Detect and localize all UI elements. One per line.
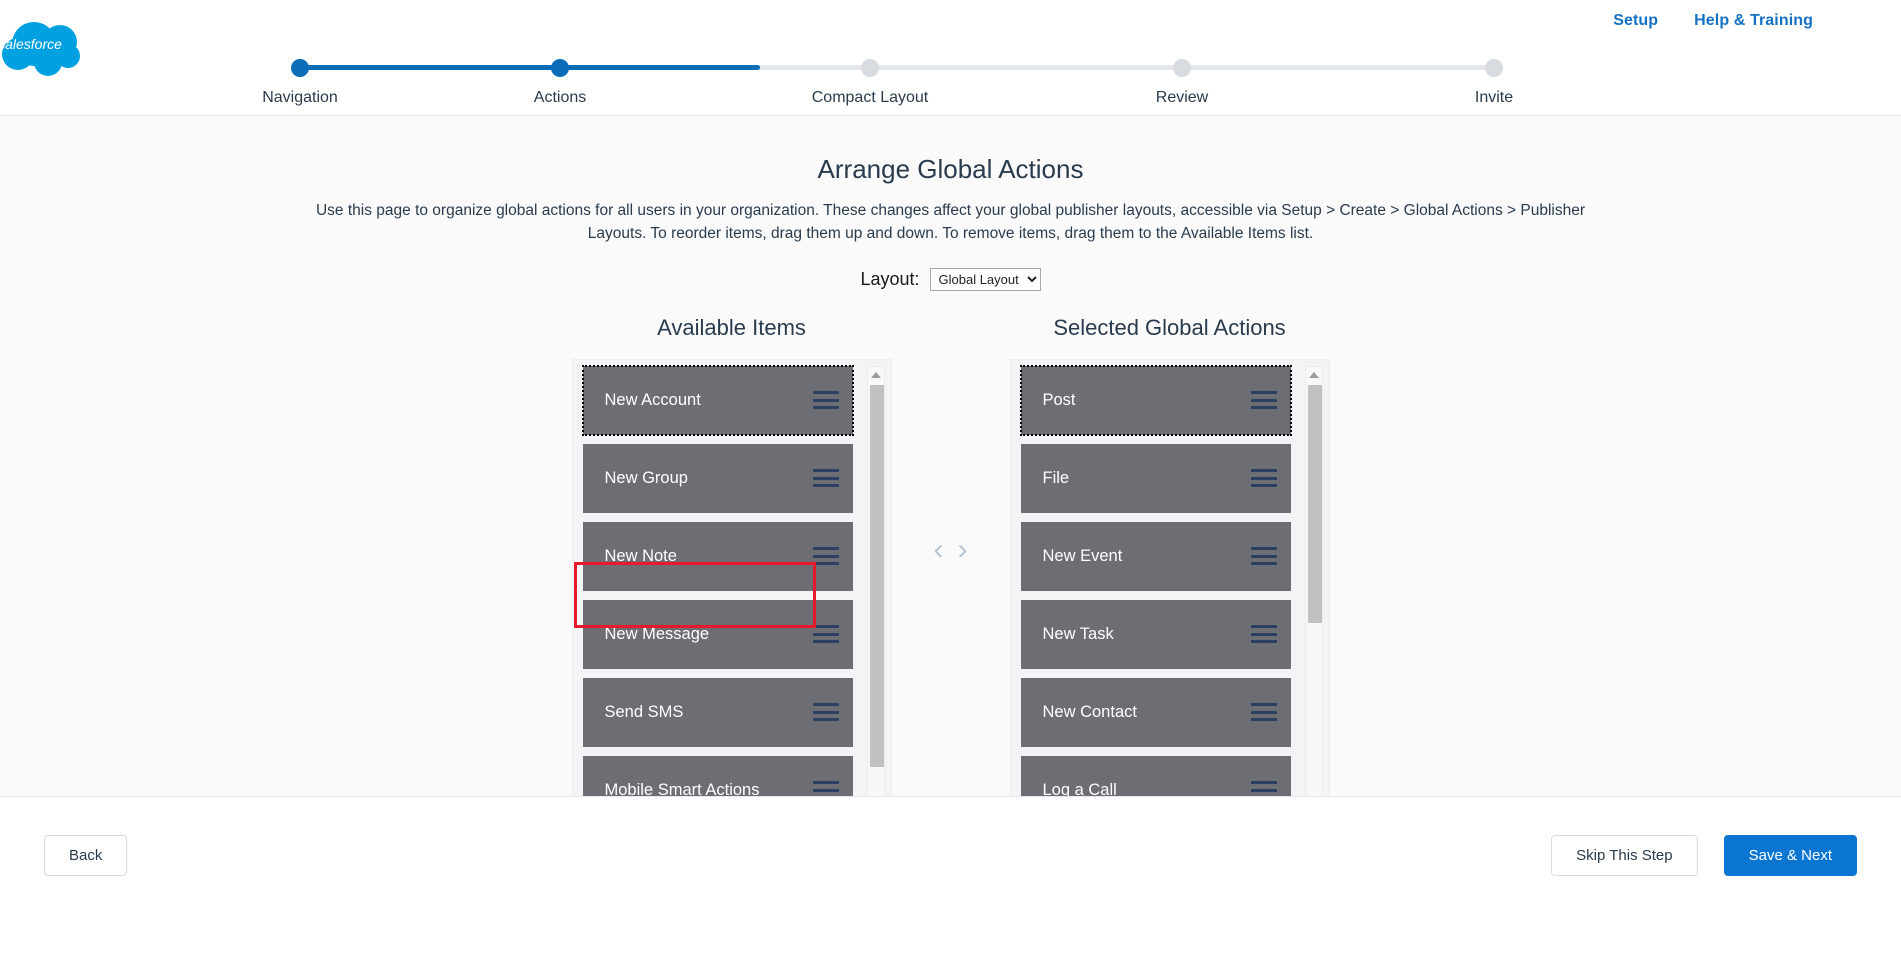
drag-handle-icon[interactable]: [812, 703, 839, 721]
list-item[interactable]: Post: [1019, 364, 1292, 436]
progress-stepper: Navigation Actions Compact Layout Review…: [248, 55, 1558, 115]
move-left-button[interactable]: ‹: [934, 534, 944, 565]
selected-actions-scrollbar[interactable]: [1304, 365, 1323, 817]
drag-handle-icon[interactable]: [812, 469, 839, 487]
list-item-label: New Group: [604, 468, 688, 487]
drag-handle-icon[interactable]: [812, 625, 839, 643]
step-actions[interactable]: Actions: [495, 55, 625, 107]
list-item-label: New Task: [1042, 624, 1114, 643]
drag-handle-icon[interactable]: [1250, 625, 1277, 643]
list-item[interactable]: New Message: [582, 599, 853, 669]
selected-actions-title: Selected Global Actions: [1053, 314, 1286, 340]
page-title: Arrange Global Actions: [817, 154, 1084, 184]
step-invite-dot[interactable]: [1485, 59, 1503, 77]
step-navigation-label: Navigation: [262, 89, 338, 106]
available-items-scrollbar[interactable]: [866, 365, 885, 817]
drag-handle-icon[interactable]: [1250, 469, 1277, 487]
transfer-arrows: ‹ ›: [892, 315, 1010, 785]
list-item-label: File: [1042, 468, 1070, 487]
list-item[interactable]: New Contact: [1020, 677, 1291, 747]
footer-right-buttons: Skip This Step Save & Next: [1551, 835, 1857, 876]
dual-list-container: Available Items New Account New Group Ne…: [0, 315, 1901, 824]
help-and-training-link[interactable]: Help & Training: [1694, 12, 1813, 30]
list-item-label: New Account: [604, 390, 701, 409]
save-and-next-button[interactable]: Save & Next: [1723, 835, 1857, 876]
list-item[interactable]: New Task: [1020, 599, 1291, 669]
step-navigation[interactable]: Navigation: [235, 55, 365, 107]
selected-actions-column: Selected Global Actions Post File New Ev…: [1009, 314, 1330, 824]
list-item[interactable]: New Account: [581, 364, 854, 436]
list-item-label: Send SMS: [604, 702, 684, 721]
available-items-title: Available Items: [657, 314, 806, 340]
top-header: salesforce Setup Help & Training Navigat…: [0, 0, 1901, 116]
scrollbar-thumb[interactable]: [1307, 384, 1322, 623]
list-item-label: New Event: [1042, 546, 1123, 565]
list-item[interactable]: New Group: [582, 443, 853, 513]
step-actions-dot[interactable]: [551, 59, 569, 77]
step-invite[interactable]: Invite: [1429, 55, 1559, 107]
list-item[interactable]: New Event: [1020, 521, 1291, 591]
page-description: Use this page to organize global actions…: [315, 202, 1586, 243]
available-items-listbox[interactable]: New Account New Group New Note New Messa…: [571, 358, 892, 824]
chevron-up-icon[interactable]: [1306, 367, 1322, 383]
step-compact-layout-dot[interactable]: [861, 59, 879, 77]
chevron-up-icon[interactable]: [868, 367, 884, 383]
svg-text:salesforce: salesforce: [0, 36, 62, 52]
list-item-label: New Contact: [1042, 702, 1137, 721]
drag-handle-icon[interactable]: [812, 547, 839, 565]
layout-label: Layout:: [860, 268, 920, 289]
drag-handle-icon[interactable]: [1250, 391, 1277, 409]
scrollbar-thumb[interactable]: [869, 384, 884, 767]
list-item-label: New Note: [604, 546, 677, 565]
layout-selector-row: Layout: Global Layout: [0, 267, 1901, 291]
step-compact-layout-label: Compact Layout: [811, 89, 929, 106]
header-links: Setup Help & Training: [1613, 12, 1813, 30]
salesforce-logo[interactable]: salesforce: [0, 18, 100, 80]
setup-link[interactable]: Setup: [1613, 12, 1658, 30]
list-item-label: New Message: [604, 624, 710, 643]
step-review-dot[interactable]: [1173, 59, 1191, 77]
back-button[interactable]: Back: [44, 835, 128, 876]
drag-handle-icon[interactable]: [1250, 547, 1277, 565]
drag-handle-icon[interactable]: [1250, 703, 1277, 721]
footer-bar: Back Skip This Step Save & Next: [0, 796, 1901, 914]
layout-select[interactable]: Global Layout: [929, 267, 1041, 291]
available-items-column: Available Items New Account New Group Ne…: [571, 314, 892, 824]
list-item-label: Post: [1042, 390, 1076, 409]
skip-this-step-button[interactable]: Skip This Step: [1551, 835, 1698, 876]
selected-actions-listbox[interactable]: Post File New Event New Task New Contact: [1009, 358, 1330, 824]
move-right-button[interactable]: ›: [958, 534, 968, 565]
list-item[interactable]: New Note: [582, 521, 853, 591]
main-content: Arrange Global Actions Use this page to …: [0, 116, 1901, 914]
drag-handle-icon[interactable]: [812, 391, 839, 409]
step-navigation-dot[interactable]: [291, 59, 309, 77]
step-review[interactable]: Review: [1117, 55, 1247, 107]
step-actions-label: Actions: [533, 89, 587, 106]
step-invite-label: Invite: [1474, 89, 1514, 106]
step-compact-layout[interactable]: Compact Layout: [805, 55, 935, 107]
list-item[interactable]: File: [1020, 443, 1291, 513]
step-review-label: Review: [1155, 89, 1209, 106]
list-item[interactable]: Send SMS: [582, 677, 853, 747]
